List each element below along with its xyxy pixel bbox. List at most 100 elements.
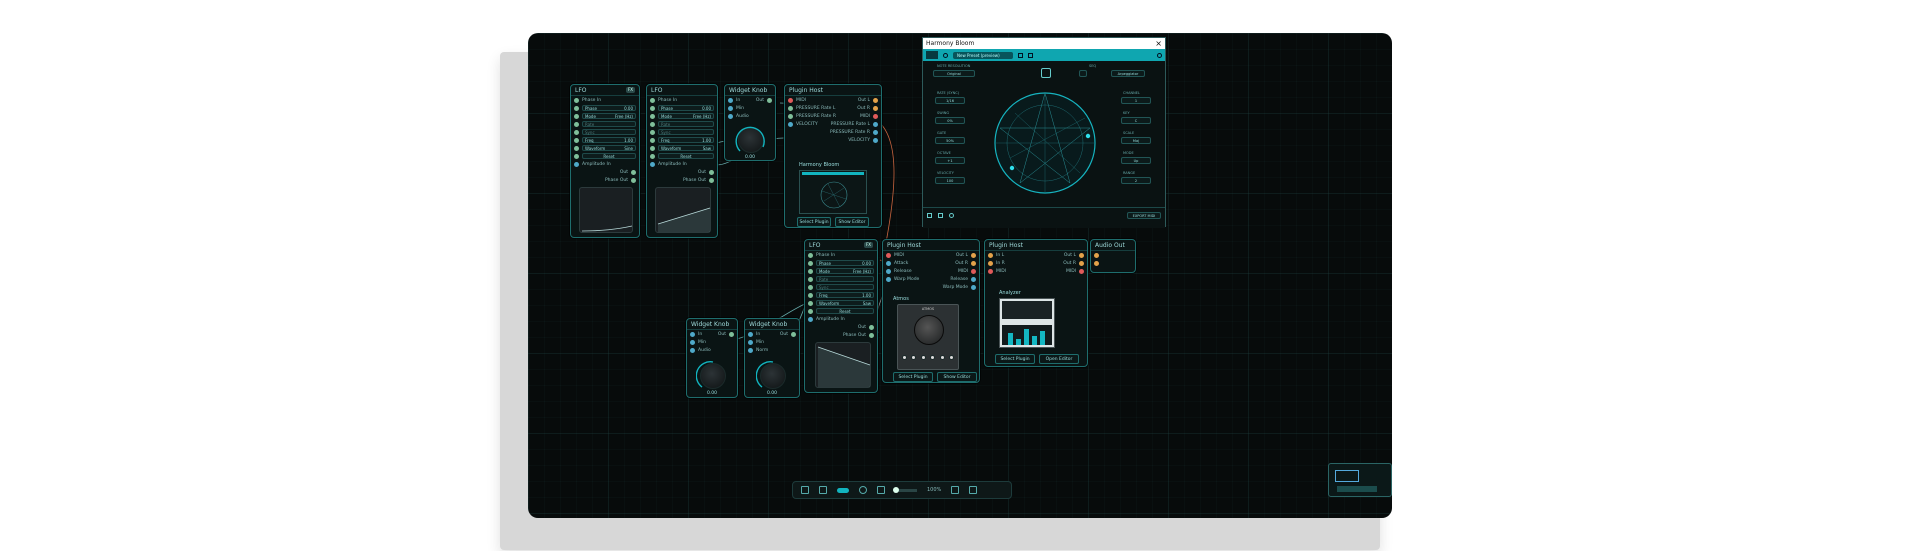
node-row[interactable]: Rate [805,275,877,283]
node-canvas[interactable]: LFO FX Phase In Phase 0.00 Mode Free (Hz) R… [528,33,1392,518]
input-port[interactable] [574,153,579,159]
input-port[interactable] [886,276,891,282]
input-port[interactable] [650,129,655,135]
param-field[interactable]: Up [1121,157,1151,164]
param-field[interactable]: Phase 0.00 [658,105,714,111]
search-icon[interactable] [859,486,867,494]
input-port[interactable] [690,339,695,345]
node-row[interactable]: Amplitude In [647,160,717,168]
select-plugin-button[interactable]: Select Plugin [995,354,1035,364]
node-row[interactable]: Phase 0.00 [647,104,717,112]
param-field[interactable]: 100 [935,177,965,184]
node-row[interactable]: Freq 1.00 [805,291,877,299]
node-row[interactable]: Reset [805,307,877,315]
export-midi-button[interactable]: EXPORT MIDI [1127,212,1161,219]
plugin-preview-thumbnail[interactable]: ATMOS [897,304,959,370]
param-dropdown[interactable]: Arpeggiator [1111,70,1145,77]
node-row[interactable]: Warp Mode [883,283,979,291]
input-port[interactable] [748,331,753,337]
output-port[interactable] [791,331,796,337]
small-knob[interactable] [930,355,936,360]
node-row[interactable]: Audio [725,112,775,120]
node-row[interactable]: Attack Out R [883,259,979,267]
node-row[interactable]: In R Out R [985,259,1087,267]
plugin-preview-thumbnail[interactable] [999,298,1055,348]
input-port[interactable] [650,113,655,119]
node-row[interactable]: Out [647,168,717,176]
small-knob[interactable] [902,355,907,360]
output-port[interactable] [971,252,976,258]
param-field[interactable]: Rate [816,276,874,282]
dice-icon[interactable] [1041,68,1051,78]
node-title[interactable]: Audio Out [1091,240,1135,251]
param-field[interactable]: Sync [816,284,874,290]
input-port[interactable] [650,161,655,167]
output-port[interactable] [631,177,636,183]
harmony-wheel-visualizer[interactable] [990,88,1100,198]
node-row[interactable]: Warp Mode Release [883,275,979,283]
node-row[interactable]: PRESSURE Rate R [785,128,881,136]
select-plugin-button[interactable]: Select Plugin [797,217,831,227]
input-port[interactable] [650,145,655,151]
input-port[interactable] [808,308,813,314]
param-field[interactable]: Freq 1.00 [816,292,874,298]
node-row[interactable]: Out [571,168,639,176]
close-icon[interactable]: × [1155,39,1162,48]
zoom-slider[interactable] [893,486,917,493]
rotary-knob[interactable] [914,315,944,345]
reset-button[interactable]: Reset [582,153,636,159]
preset-dropdown[interactable]: New Preset (preview) [953,51,1013,59]
widget-knob-node-c[interactable]: Widget Knob In Out Min Norm 0.00 [744,318,800,398]
undo-icon[interactable] [1018,52,1023,58]
plugin-host-node-a[interactable]: Plugin Host MIDI Out L PRESSURE Rate L Out… [784,84,882,228]
input-port[interactable] [574,113,579,119]
node-row[interactable]: VELOCITY PRESSURE Rate L [785,120,881,128]
param-field[interactable]: 0% [935,117,965,124]
input-port[interactable] [574,121,579,127]
widget-knob-node-b[interactable]: Widget Knob In Out Min Audio 0.00 [686,318,738,398]
input-port[interactable] [808,316,813,322]
node-row[interactable]: In Out [745,330,799,338]
output-port[interactable] [873,121,878,127]
input-port[interactable] [650,105,655,111]
param-dropdown[interactable]: Mode Free (Hz) [582,113,636,119]
small-knob[interactable] [920,355,926,360]
node-row[interactable]: PRESSURE Rate L Out R [785,104,881,112]
node-row[interactable]: Rate [571,120,639,128]
input-port[interactable] [650,121,655,127]
node-row[interactable]: MIDI MIDI [985,267,1087,275]
input-port[interactable] [808,284,813,290]
node-title[interactable]: Plugin Host [785,85,881,96]
param-dropdown[interactable]: Waveform Saw [816,300,874,306]
output-port[interactable] [971,276,976,282]
grid-icon[interactable] [801,486,809,494]
node-row[interactable]: Reset [647,152,717,160]
output-port[interactable] [873,105,878,111]
param-field[interactable]: Freq 1.00 [658,137,714,143]
node-title[interactable]: Widget Knob [687,319,737,330]
input-port[interactable] [886,268,891,274]
input-port[interactable] [650,153,655,159]
output-port[interactable] [767,97,772,103]
output-port[interactable] [873,97,878,103]
lfo-node-a[interactable]: LFO FX Phase In Phase 0.00 Mode Free (Hz) R… [570,84,640,238]
param-dropdown[interactable]: Waveform Sine [582,145,636,151]
input-port[interactable] [1094,252,1099,258]
node-title[interactable]: LFO FX [805,240,877,251]
output-port[interactable] [869,332,874,338]
gear-icon[interactable] [1157,52,1162,58]
input-port[interactable] [808,276,813,282]
input-port[interactable] [690,347,695,353]
input-port[interactable] [650,137,655,143]
power-icon[interactable] [943,52,948,58]
node-row[interactable]: Phase 0.00 [571,104,639,112]
small-knob[interactable] [911,355,917,360]
node-title[interactable]: LFO FX [571,85,639,96]
plugin-host-node-c[interactable]: Plugin Host In L Out L In R Out R MIDI MIDI… [984,239,1088,367]
input-port[interactable] [728,105,733,111]
output-port[interactable] [631,169,636,175]
param-field[interactable]: 2 [1121,177,1151,184]
node-row[interactable] [1091,251,1135,259]
input-port[interactable] [988,252,993,258]
node-row[interactable]: Phase 0.00 [805,259,877,267]
